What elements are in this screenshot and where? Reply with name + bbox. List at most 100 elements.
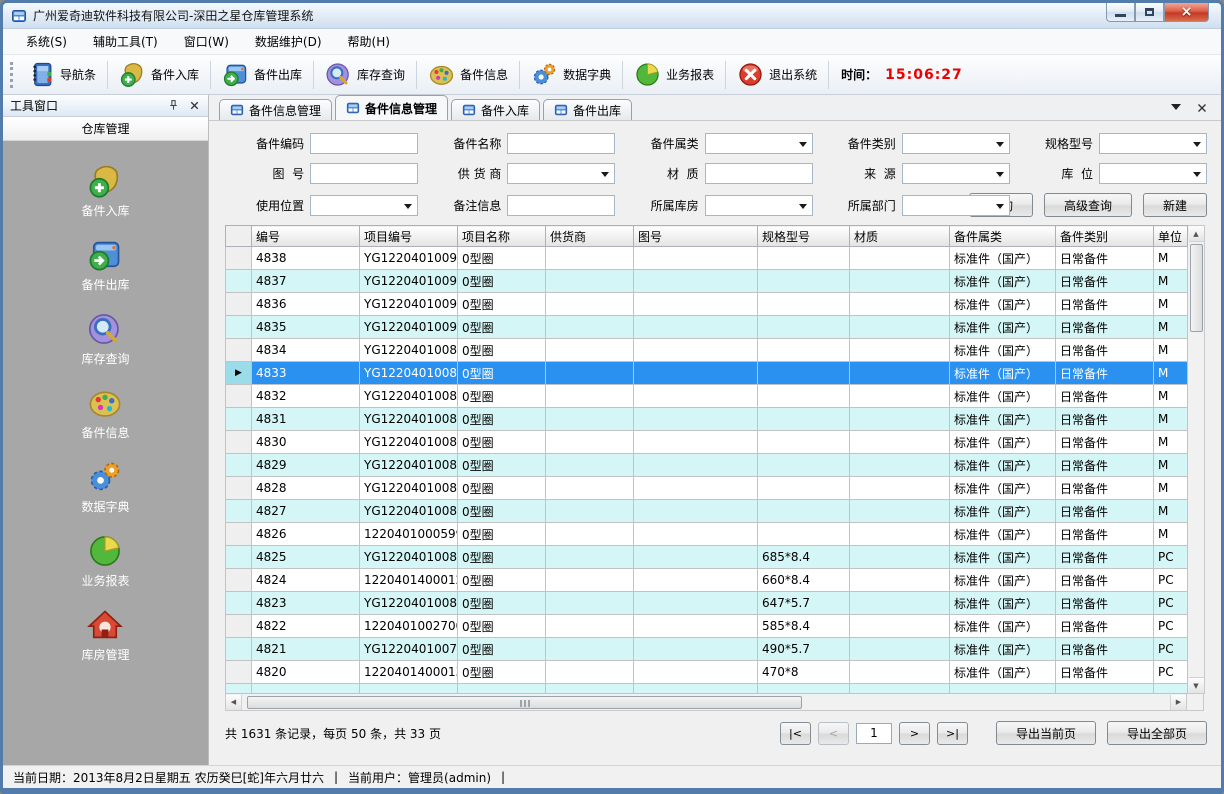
table-cell[interactable]: 1220401002700 [360, 615, 458, 638]
table-cell[interactable]: 日常备件 [1056, 247, 1154, 270]
table-cell[interactable] [634, 615, 758, 638]
table-cell[interactable]: 标准件（国产） [950, 477, 1056, 500]
table-cell[interactable]: YG12204010085 [360, 431, 458, 454]
table-cell[interactable]: YG12204010087 [360, 385, 458, 408]
table-cell[interactable] [850, 546, 950, 569]
table-row[interactable]: 4838YG122040100930型圈标准件（国产）日常备件M [226, 247, 1188, 270]
row-indicator[interactable]: ▶ [226, 362, 252, 385]
table-cell[interactable] [850, 523, 950, 546]
page-number-input[interactable] [856, 723, 892, 744]
table-cell[interactable]: 标准件（国产） [950, 408, 1056, 431]
table-cell[interactable] [546, 500, 634, 523]
table-row[interactable]: 4831YG122040100860型圈标准件（国产）日常备件M [226, 408, 1188, 431]
scroll-right-icon[interactable]: ▶ [1170, 695, 1186, 710]
table-row[interactable]: 4823YG122040100800型圈647*5.7标准件（国产）日常备件PC [226, 592, 1188, 615]
table-cell[interactable] [850, 638, 950, 661]
table-cell[interactable]: YG12204010084 [360, 454, 458, 477]
table-cell[interactable]: 日常备件 [1056, 546, 1154, 569]
table-cell[interactable]: 0型圈 [458, 638, 546, 661]
horizontal-scrollbar[interactable]: ◀ ▶ [225, 694, 1187, 711]
table-cell[interactable]: 4825 [252, 546, 360, 569]
table-cell[interactable]: 日常备件 [1056, 661, 1154, 684]
table-cell[interactable]: 标准件（国产） [950, 661, 1056, 684]
table-cell[interactable] [634, 431, 758, 454]
table-cell[interactable]: 标准件（国产） [950, 385, 1056, 408]
table-cell[interactable]: M [1154, 270, 1188, 293]
table-cell[interactable] [850, 293, 950, 316]
menu-item[interactable]: 帮助(H) [335, 29, 403, 54]
table-cell[interactable] [850, 247, 950, 270]
table-cell[interactable] [634, 385, 758, 408]
toolbar-button-parts-info[interactable]: 备件信息 [419, 58, 517, 92]
table-cell[interactable]: 4830 [252, 431, 360, 454]
table-cell[interactable] [850, 569, 950, 592]
table-cell[interactable]: 1220401400012 [360, 569, 458, 592]
table-cell[interactable]: 585*8.4 [758, 615, 850, 638]
table-cell[interactable] [634, 247, 758, 270]
table-cell[interactable] [546, 569, 634, 592]
vertical-scrollbar[interactable]: ▲ ▼ [1188, 225, 1205, 694]
table-cell[interactable] [546, 316, 634, 339]
new-button[interactable]: 新建 [1143, 193, 1207, 217]
table-cell[interactable] [758, 270, 850, 293]
table-row[interactable]: 4832YG122040100870型圈标准件（国产）日常备件M [226, 385, 1188, 408]
table-cell[interactable]: 标准件（国产） [950, 316, 1056, 339]
table-cell[interactable] [634, 523, 758, 546]
row-indicator[interactable] [226, 339, 252, 362]
sidebar-item-data-dictionary[interactable]: 数据字典 [81, 459, 129, 515]
drawing-no-input[interactable] [310, 163, 418, 184]
table-cell[interactable]: M [1154, 431, 1188, 454]
table-cell[interactable]: 0型圈 [458, 661, 546, 684]
table-cell[interactable]: 4823 [252, 592, 360, 615]
toolbar-button-inventory-search[interactable]: 库存查询 [316, 58, 414, 92]
row-indicator[interactable] [226, 477, 252, 500]
table-cell[interactable] [634, 293, 758, 316]
table-cell[interactable]: 490*5.7 [758, 638, 850, 661]
column-header[interactable]: 图号 [634, 226, 758, 247]
table-cell[interactable] [634, 339, 758, 362]
usage-position-select[interactable] [310, 195, 418, 216]
table-cell[interactable]: YG12204010086 [360, 408, 458, 431]
row-indicator[interactable] [226, 523, 252, 546]
table-cell[interactable]: M [1154, 339, 1188, 362]
table-cell[interactable]: 4826 [252, 523, 360, 546]
table-cell[interactable] [850, 477, 950, 500]
column-header[interactable]: 备件属类 [950, 226, 1056, 247]
toolbar-button-exit-system[interactable]: 退出系统 [728, 58, 826, 92]
table-cell[interactable]: 0型圈 [458, 408, 546, 431]
table-cell[interactable]: 标准件（国产） [950, 431, 1056, 454]
toolbar-grip[interactable] [10, 62, 13, 88]
advanced-query-button[interactable]: 高级查询 [1044, 193, 1132, 217]
table-cell[interactable] [546, 339, 634, 362]
table-cell[interactable]: 日常备件 [1056, 339, 1154, 362]
menu-item[interactable]: 辅助工具(T) [80, 29, 171, 54]
supplier-select[interactable] [507, 163, 615, 184]
table-cell[interactable] [546, 385, 634, 408]
table-cell[interactable]: 0型圈 [458, 270, 546, 293]
row-indicator[interactable] [226, 615, 252, 638]
table-cell[interactable]: 日常备件 [1056, 569, 1154, 592]
table-cell[interactable]: 日常备件 [1056, 270, 1154, 293]
table-cell[interactable] [634, 454, 758, 477]
column-header[interactable]: 规格型号 [758, 226, 850, 247]
scroll-down-icon[interactable]: ▼ [1189, 677, 1204, 693]
table-cell[interactable] [634, 477, 758, 500]
first-page-button[interactable]: |< [780, 722, 811, 745]
sidebar-item-parts-info[interactable]: 备件信息 [81, 385, 129, 441]
sidebar-item-stock-out[interactable]: 备件出库 [81, 237, 129, 293]
table-cell[interactable] [758, 454, 850, 477]
table-cell[interactable]: 0型圈 [458, 592, 546, 615]
row-indicator[interactable] [226, 638, 252, 661]
prev-page-button[interactable]: < [818, 722, 849, 745]
table-cell[interactable] [634, 500, 758, 523]
table-cell[interactable] [850, 500, 950, 523]
table-cell[interactable] [546, 592, 634, 615]
table-cell[interactable]: 0型圈 [458, 362, 546, 385]
tab-list-dropdown-icon[interactable] [1171, 104, 1181, 115]
table-cell[interactable]: 日常备件 [1056, 592, 1154, 615]
table-cell[interactable]: 4833 [252, 362, 360, 385]
table-cell[interactable] [758, 247, 850, 270]
table-cell[interactable] [758, 316, 850, 339]
table-cell[interactable]: M [1154, 500, 1188, 523]
table-cell[interactable]: 标准件（国产） [950, 362, 1056, 385]
